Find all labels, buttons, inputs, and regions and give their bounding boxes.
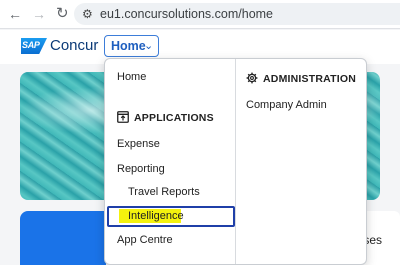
back-arrow-icon[interactable]: ← [8,6,22,22]
applications-icon [117,111,129,125]
chevron-down-icon: ⌄ [144,40,154,52]
address-bar[interactable]: ⚙ eu1.concursolutions.com/home [74,3,400,25]
menu-item-travel-reports[interactable]: Travel Reports [128,186,200,199]
gear-icon [246,72,258,86]
menu-item-home[interactable]: Home [117,71,146,84]
menu-item-reporting[interactable]: Reporting [117,163,165,176]
home-button-label: Home [111,39,146,53]
forward-arrow-icon[interactable]: → [32,6,46,22]
menu-item-company-admin[interactable]: Company Admin [246,99,327,112]
blue-action-tile[interactable] [20,211,106,265]
menu-item-expense[interactable]: Expense [117,138,160,151]
brand-name[interactable]: Concur [50,37,98,55]
browser-toolbar: ← → ↻ ⚙ eu1.concursolutions.com/home [0,0,400,29]
url-text[interactable]: eu1.concursolutions.com/home [100,7,273,21]
site-info-icon[interactable]: ⚙ [82,6,93,22]
administration-heading: ADMINISTRATION [263,73,357,85]
menu-item-app-centre[interactable]: App Centre [117,234,173,247]
home-menu-button[interactable]: Home ⌄ [104,35,159,57]
applications-heading: APPLICATIONS [134,112,214,124]
menu-item-intelligence[interactable]: Intelligence [128,210,184,223]
reload-icon[interactable]: ↻ [56,6,69,22]
sap-logo-text: SAP [22,40,40,50]
column-divider [235,59,236,264]
home-dropdown-menu: Home APPLICATIONS Expense Reporting Trav… [104,58,367,265]
